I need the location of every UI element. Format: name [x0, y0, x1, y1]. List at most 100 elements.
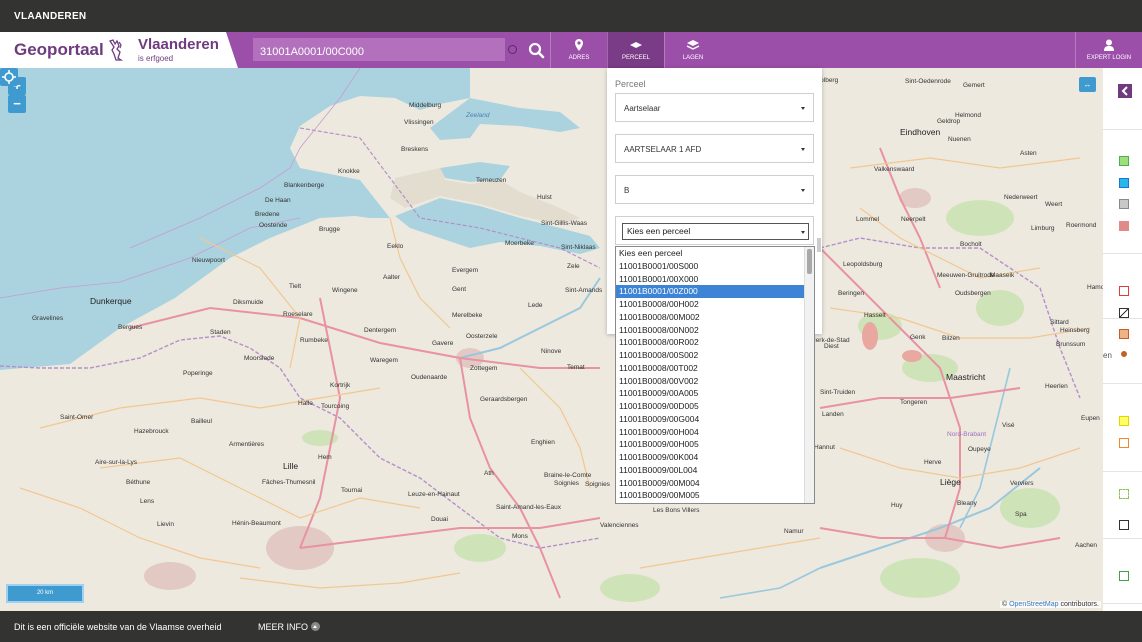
legend-divider — [1103, 471, 1142, 472]
tab-perceel[interactable]: PERCEEL — [607, 32, 664, 68]
dropdown-option[interactable]: 11001B0008/00R002 — [616, 336, 814, 349]
map-place-label: Gavere — [432, 340, 454, 347]
chevron-left-icon[interactable] — [1118, 84, 1132, 98]
scrollbar-thumb[interactable] — [807, 249, 812, 274]
dropdown-option[interactable]: 11001B0008/00N002 — [616, 324, 814, 337]
map-place-label: Namur — [784, 528, 804, 535]
map-place-label: Beringen — [838, 290, 865, 297]
dropdown-option[interactable]: 11001B0008/00T002 — [616, 362, 814, 375]
map-place-label: Staden — [210, 329, 231, 336]
search-input[interactable] — [253, 38, 505, 61]
chevron-up-icon — [311, 622, 321, 631]
expert-login-label: EXPERT LOGIN — [1086, 55, 1132, 61]
dropdown-option[interactable]: 11001B0009/00G004 — [616, 413, 814, 426]
dropdown-option[interactable]: 11001B0001/00S000 — [616, 260, 814, 273]
dropdown-option[interactable]: 11001B0008/00S002 — [616, 349, 814, 362]
map-place-label: Lommel — [856, 216, 880, 223]
clear-search-icon[interactable] — [508, 45, 517, 54]
logo[interactable]: Geoportaal Vlaanderen is erfgoed — [0, 32, 238, 68]
map-place-label: Terneuzen — [476, 177, 507, 184]
map-canvas[interactable]: ZierikzeeNationaal Park OosterscheldeMid… — [0, 68, 1103, 611]
map-place-label: Lievin — [157, 521, 174, 528]
dropdown-option[interactable]: 11001B0001/00Z000 — [616, 285, 814, 298]
dropdown-option[interactable]: 11001B0008/00M002 — [616, 311, 814, 324]
dropdown-option[interactable]: 11001B0009/00A005 — [616, 387, 814, 400]
map-place-label: Dunkerque — [90, 296, 132, 306]
legend-swatch[interactable] — [1119, 489, 1129, 499]
dropdown-option[interactable]: 11001B0009/00H005 — [616, 438, 814, 451]
map-place-label: Bilzen — [942, 335, 960, 342]
map-place-label: Limburg — [1031, 225, 1055, 232]
map-attribution: © OpenStreetMap contributors. — [999, 601, 1101, 608]
sectie-select[interactable]: B — [615, 175, 814, 204]
caret-down-icon — [801, 107, 805, 110]
map-place-label: Evergem — [452, 267, 479, 274]
expert-login-button[interactable]: EXPERT LOGIN — [1075, 32, 1142, 68]
zoom-out-button[interactable]: − — [8, 95, 26, 113]
map-place-label: Bailleul — [191, 418, 212, 425]
map-place-label: Brugge — [319, 226, 340, 233]
map-place-label: Oudsbergen — [955, 290, 991, 297]
more-info-label: MEER INFO — [258, 622, 309, 632]
map-place-label: Moerbeke — [505, 240, 534, 247]
legend-swatch[interactable] — [1119, 156, 1129, 166]
map-place-label: Hulst — [537, 194, 552, 201]
map-place-label: Heinsberg — [1060, 327, 1090, 334]
map-place-label: Knokke — [338, 168, 360, 175]
legend-swatch[interactable] — [1119, 571, 1129, 581]
map-place-label: Spa — [1015, 511, 1027, 518]
dropdown-option[interactable]: 11001B0009/00H004 — [616, 426, 814, 439]
legend-swatch[interactable] — [1119, 308, 1129, 318]
dropdown-option[interactable]: Kies een perceel — [616, 247, 814, 260]
dropdown-option[interactable]: 11001B0009/00D005 — [616, 400, 814, 413]
map-place-label: Dentergem — [364, 327, 397, 334]
legend-swatch[interactable] — [1119, 416, 1129, 426]
map-place-label: Heerlen — [1045, 383, 1068, 390]
dropdown-scrollbar[interactable] — [804, 247, 814, 503]
dropdown-option[interactable]: 11001B0001/00X000 — [616, 273, 814, 286]
legend-swatch[interactable] — [1119, 520, 1129, 530]
legend-swatch[interactable] — [1119, 199, 1129, 209]
legend-swatch[interactable] — [1119, 178, 1129, 188]
map-place-label: Bleany — [957, 500, 977, 507]
caret-down-icon — [801, 189, 805, 192]
map-place-label: Hazebrouck — [134, 428, 169, 435]
dropdown-option[interactable]: 11001B0009/00L004 — [616, 464, 814, 477]
swap-arrows-icon[interactable]: ↔ — [1079, 77, 1096, 92]
perceel-select[interactable]: Kies een perceel — [622, 223, 809, 240]
map-place-label: Herve — [924, 459, 942, 466]
legend-swatch[interactable] — [1119, 286, 1129, 296]
perceel-dropdown-list[interactable]: Kies een perceel 11001B0001/00S000 11001B0… — [615, 246, 815, 504]
legend-partial-text: en — [1103, 351, 1112, 360]
osm-link[interactable]: OpenStreetMap — [1009, 601, 1058, 608]
dropdown-option[interactable]: 11001B0008/00V002 — [616, 375, 814, 388]
legend-swatch[interactable] — [1121, 351, 1127, 357]
gov-bar: VLAANDEREN — [0, 0, 1142, 32]
map-place-label: Nieuwpoort — [192, 257, 225, 264]
legend-swatch[interactable] — [1119, 329, 1129, 339]
map-place-label: Blankenberge — [284, 182, 325, 189]
dropdown-option[interactable]: 11001B0009/00M005 — [616, 489, 814, 502]
afdeling-select[interactable]: AARTSELAAR 1 AFD — [615, 134, 814, 163]
search-icon[interactable] — [524, 38, 548, 62]
official-notice: Dit is een officiële website van de Vlaa… — [14, 622, 222, 632]
legend-swatch[interactable] — [1119, 438, 1129, 448]
map-place-label: Hannut — [814, 444, 835, 451]
dropdown-option[interactable]: 11001B0009/00K004 — [616, 451, 814, 464]
map-place-label: Landen — [822, 411, 844, 418]
more-info-button[interactable]: MEER INFO — [258, 622, 321, 632]
map-basemap — [0, 68, 1091, 602]
map-place-label: Nord-Brabant — [947, 431, 987, 438]
map-place-label: Leuze-en-Hainaut — [408, 491, 460, 498]
dropdown-option[interactable]: 11001B0009/00M004 — [616, 477, 814, 490]
map-place-label: De Haan — [265, 197, 291, 204]
perceel-select-value: Kies een perceel — [627, 226, 691, 236]
locate-icon[interactable] — [0, 68, 18, 86]
gemeente-select[interactable]: Aartselaar — [615, 93, 814, 122]
legend-swatch[interactable] — [1119, 221, 1129, 231]
map-place-label: Zele — [567, 263, 580, 270]
tab-lagen[interactable]: LAGEN — [664, 32, 721, 68]
tab-adres[interactable]: ADRES — [550, 32, 607, 68]
map-place-label: Sint-Truiden — [820, 389, 856, 396]
dropdown-option[interactable]: 11001B0008/00H002 — [616, 298, 814, 311]
